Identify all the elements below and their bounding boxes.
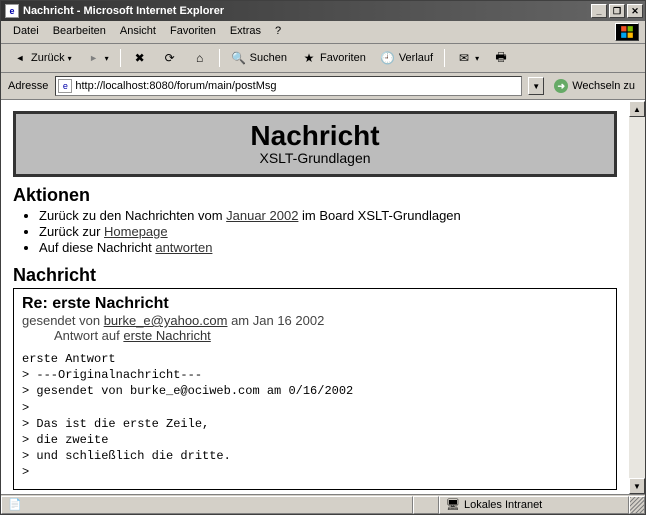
message-title: Re: erste Nachricht: [22, 295, 608, 313]
stop-button[interactable]: ✖: [127, 47, 153, 69]
browser-window: e Nachricht - Microsoft Internet Explore…: [0, 0, 646, 515]
search-button[interactable]: 🔍 Suchen: [226, 47, 292, 69]
scroll-up-button[interactable]: ▲: [629, 101, 645, 117]
status-message: 📄: [1, 496, 413, 514]
go-icon: ➜: [554, 79, 568, 93]
message-body: erste Antwort > ---Originalnachricht--- …: [22, 351, 608, 481]
message-meta: gesendet von burke_e@yahoo.com am Jan 16…: [22, 313, 608, 328]
maximize-button[interactable]: ❐: [609, 4, 625, 18]
list-item: Zurück zur Homepage: [39, 224, 617, 239]
toolbar: Zurück ✖ ⟳ ⌂ 🔍 Suchen ★ Favoriten 🕘 Verl…: [1, 44, 645, 73]
history-icon: 🕘: [380, 50, 396, 66]
favorites-icon: ★: [301, 50, 317, 66]
done-icon: 📄: [8, 498, 22, 511]
mail-button[interactable]: ✉: [451, 47, 484, 69]
status-ssl: [413, 496, 439, 514]
back-dropdown-icon[interactable]: [68, 52, 72, 64]
back-icon: [12, 50, 28, 66]
mail-dropdown-icon[interactable]: [475, 52, 479, 64]
go-label: Wechseln zu: [572, 80, 635, 92]
content-area: Nachricht XSLT-Grundlagen Aktionen Zurüc…: [1, 100, 645, 494]
actions-list: Zurück zu den Nachrichten vom Januar 200…: [13, 208, 617, 255]
list-item: Zurück zu den Nachrichten vom Januar 200…: [39, 208, 617, 223]
scroll-track[interactable]: [629, 117, 645, 478]
separator: [444, 49, 445, 67]
print-button[interactable]: 🖶: [488, 47, 514, 69]
page-body: Nachricht XSLT-Grundlagen Aktionen Zurüc…: [1, 101, 629, 494]
message-reply-to: Antwort auf erste Nachricht: [22, 328, 608, 343]
address-input[interactable]: [75, 80, 519, 92]
address-dropdown-button[interactable]: ▼: [528, 77, 544, 95]
go-button[interactable]: ➜ Wechseln zu: [550, 77, 639, 95]
sender-email-link[interactable]: burke_e@yahoo.com: [104, 313, 228, 328]
separator: [120, 49, 121, 67]
refresh-button[interactable]: ⟳: [157, 47, 183, 69]
message-box: Re: erste Nachricht gesendet von burke_e…: [13, 288, 617, 490]
stop-icon: ✖: [132, 50, 148, 66]
home-button[interactable]: ⌂: [187, 47, 213, 69]
statusbar: 📄 🖥 Lokales Intranet: [1, 494, 645, 514]
link-reply[interactable]: antworten: [155, 240, 212, 255]
titlebar: e Nachricht - Microsoft Internet Explore…: [1, 1, 645, 21]
history-button[interactable]: 🕘 Verlauf: [375, 47, 438, 69]
scroll-down-button[interactable]: ▼: [629, 478, 645, 494]
menu-favoriten[interactable]: Favoriten: [164, 23, 222, 41]
brand-logo: [615, 23, 639, 41]
link-month[interactable]: Januar 2002: [226, 208, 298, 223]
search-label: Suchen: [250, 52, 287, 64]
actions-heading: Aktionen: [13, 185, 617, 206]
message-heading: Nachricht: [13, 265, 617, 286]
search-icon: 🔍: [231, 50, 247, 66]
address-label: Adresse: [7, 80, 49, 92]
print-icon: 🖶: [493, 50, 509, 66]
close-button[interactable]: ✕: [627, 4, 643, 18]
favorites-button[interactable]: ★ Favoriten: [296, 47, 371, 69]
forward-dropdown-icon[interactable]: [105, 52, 109, 64]
window-title: Nachricht - Microsoft Internet Explorer: [23, 5, 591, 17]
parent-message-link[interactable]: erste Nachricht: [123, 328, 210, 343]
menu-help[interactable]: ?: [269, 23, 287, 41]
list-item: Auf diese Nachricht antworten: [39, 240, 617, 255]
address-field-wrap: e: [55, 76, 522, 96]
forward-icon: [86, 50, 102, 66]
back-label: Zurück: [31, 52, 65, 64]
link-homepage[interactable]: Homepage: [104, 224, 168, 239]
app-icon: e: [5, 4, 19, 18]
vertical-scrollbar[interactable]: ▲ ▼: [629, 101, 645, 494]
home-icon: ⌂: [192, 50, 208, 66]
history-label: Verlauf: [399, 52, 433, 64]
zone-icon: 🖥: [446, 498, 460, 511]
minimize-button[interactable]: _: [591, 4, 607, 18]
menu-datei[interactable]: Datei: [7, 23, 45, 41]
menubar: Datei Bearbeiten Ansicht Favoriten Extra…: [1, 21, 645, 44]
menu-bearbeiten[interactable]: Bearbeiten: [47, 23, 112, 41]
menu-ansicht[interactable]: Ansicht: [114, 23, 162, 41]
favorites-label: Favoriten: [320, 52, 366, 64]
address-bar: Adresse e ▼ ➜ Wechseln zu: [1, 73, 645, 100]
zone-label: Lokales Intranet: [464, 499, 542, 511]
banner-subtitle: XSLT-Grundlagen: [16, 150, 614, 166]
status-zone: 🖥 Lokales Intranet: [439, 496, 629, 514]
forward-button[interactable]: [81, 47, 114, 69]
menu-extras[interactable]: Extras: [224, 23, 267, 41]
mail-icon: ✉: [456, 50, 472, 66]
page-banner: Nachricht XSLT-Grundlagen: [13, 111, 617, 177]
separator: [219, 49, 220, 67]
refresh-icon: ⟳: [162, 50, 178, 66]
back-button[interactable]: Zurück: [7, 47, 77, 69]
page-icon: e: [58, 79, 72, 93]
banner-title: Nachricht: [16, 120, 614, 152]
resize-grip[interactable]: [629, 496, 645, 514]
